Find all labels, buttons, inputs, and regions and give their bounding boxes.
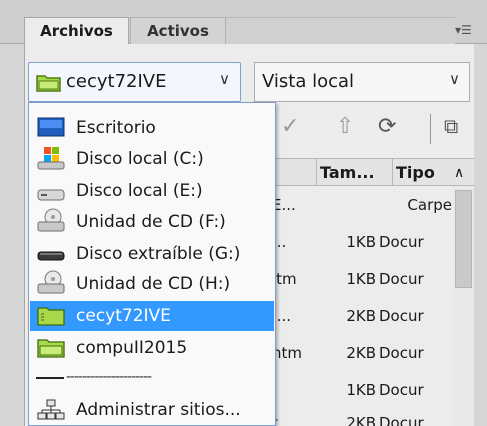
dropdown-item-label: Disco extraíble (G:): [76, 244, 241, 264]
manage-sites-icon: [37, 399, 65, 420]
desktop-icon: [37, 117, 65, 137]
tab-archivos[interactable]: Archivos: [24, 17, 129, 44]
file-size-cell: 1KB: [346, 233, 376, 251]
sort-up-icon[interactable]: ∧: [454, 165, 464, 181]
file-name-cell[interactable]: t: [272, 414, 318, 426]
file-size-cell: 2KB: [346, 307, 376, 325]
file-name-cell[interactable]: E...: [272, 196, 318, 214]
file-type-cell: Carpe: [407, 196, 452, 214]
file-type-cell: Docur: [379, 307, 424, 325]
chevron-down-icon[interactable]: ∨: [449, 70, 460, 88]
dropdown-item-label: Escritorio: [76, 118, 156, 138]
toolbar-divider: [430, 114, 431, 144]
file-size-cell: 1KB: [346, 381, 376, 399]
site-folder-icon: [37, 339, 65, 358]
refresh-icon[interactable]: ⟳: [378, 114, 396, 139]
file-name-cell[interactable]: itm: [272, 270, 318, 288]
view-select-value: Vista local: [262, 71, 355, 92]
dropdown-item-label: cecyt72IVE: [76, 306, 171, 326]
tab-activos[interactable]: Activos: [130, 17, 226, 44]
cd-drive-icon: [37, 208, 65, 232]
dropdown-item-label: Unidad de CD (H:): [76, 274, 231, 294]
chevron-down-icon[interactable]: ∨: [219, 70, 230, 88]
column-divider: [392, 159, 393, 186]
cd-drive-icon: [37, 270, 65, 294]
dropdown-item-label: Unidad de CD (F:): [76, 212, 226, 232]
file-size-cell: 2KB: [346, 344, 376, 362]
expand-icon[interactable]: ⧉: [444, 114, 458, 138]
file-type-cell: Docur: [379, 414, 424, 426]
file-type-cell: Docur: [379, 270, 424, 288]
dropdown-item-label: Disco local (C:): [76, 149, 204, 169]
removable-drive-icon: [37, 251, 65, 261]
file-name-cell[interactable]: ....: [272, 307, 318, 325]
column-divider: [316, 159, 317, 186]
panel-menu-icon[interactable]: ▾☰: [455, 23, 472, 37]
file-type-cell: Docur: [379, 344, 424, 362]
windows-drive-icon: [37, 147, 65, 170]
dropdown-item-label: Disco local (E:): [76, 181, 203, 201]
file-type-cell: Docur: [379, 233, 424, 251]
column-header-size[interactable]: Tam...: [320, 163, 375, 182]
dropdown-separator-text: ---------------------: [66, 369, 152, 385]
scrollbar-thumb[interactable]: [455, 190, 472, 288]
site-folder-icon: [37, 307, 65, 326]
hard-drive-icon: [37, 189, 65, 201]
dropdown-item-label: Administrar sitios...: [76, 400, 241, 420]
check-in-icon[interactable]: ✓: [281, 114, 299, 139]
site-select-value: cecyt72IVE: [66, 71, 167, 92]
file-name-cell[interactable]: ntm: [272, 344, 318, 362]
file-size-cell: 1KB: [346, 270, 376, 288]
upload-icon[interactable]: ⇧: [336, 114, 354, 139]
column-header-type[interactable]: Tipo: [396, 163, 435, 182]
file-size-cell: 2KB: [346, 414, 376, 426]
site-folder-icon: [36, 75, 61, 92]
dropdown-separator: [36, 377, 64, 379]
tab-bar-fill: [226, 17, 455, 44]
file-name-cell[interactable]: ...: [272, 233, 318, 251]
dropdown-item-label: compuII2015: [76, 338, 188, 358]
file-type-cell: Docur: [379, 381, 424, 399]
